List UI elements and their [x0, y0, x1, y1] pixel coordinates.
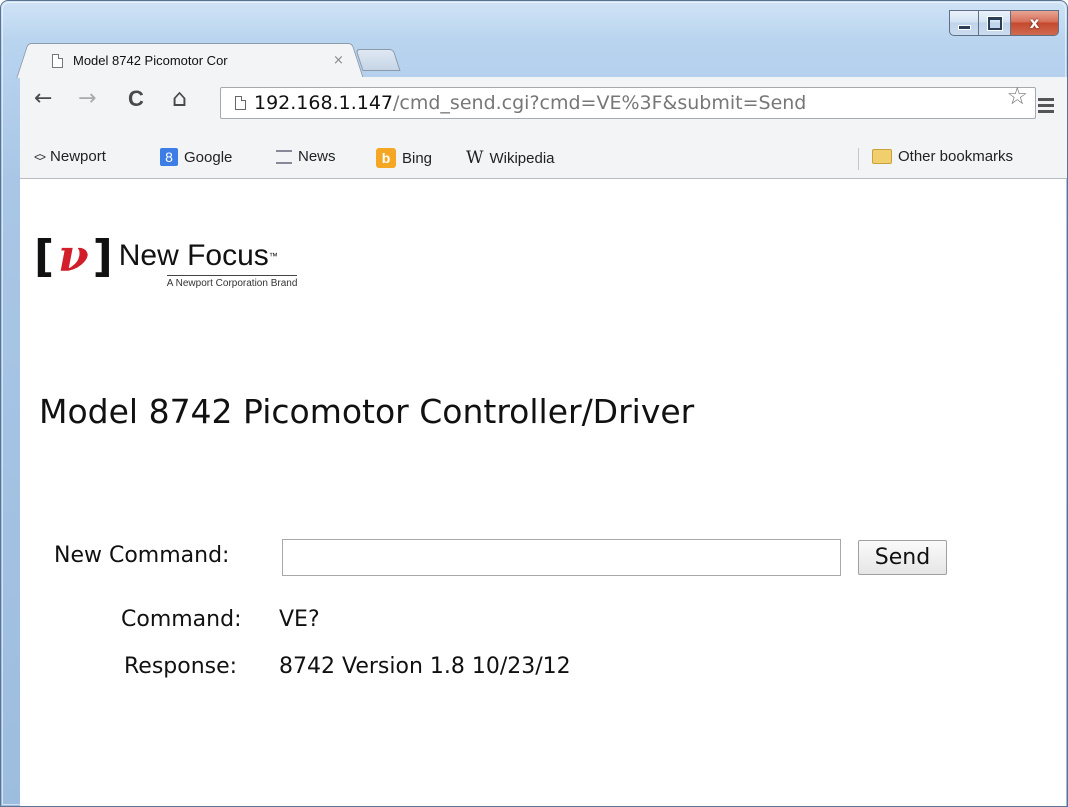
browser-toolbar: ← → C ⌂ 192.168.1.147/cmd_send.cgi?cmd=V…: [20, 77, 1067, 144]
logo-mark: ν: [58, 231, 89, 282]
response-label: Response:: [124, 654, 238, 679]
reload-icon[interactable]: C: [128, 88, 144, 110]
other-bookmarks-label: Other bookmarks: [898, 148, 1014, 165]
bookmark-label: Wikipedia: [489, 149, 555, 167]
bookmark-label: Google: [184, 148, 233, 166]
bookmark-label: News: [298, 148, 336, 165]
news-icon: [276, 149, 292, 164]
page-title: Model 8742 Picomotor Controller/Driver: [39, 392, 695, 431]
bookmarks-bar: <> Newport 8 Google News b Bing W Wikipe…: [20, 140, 1067, 179]
bookmark-news[interactable]: News: [276, 148, 336, 165]
logo-text: New Focus™ A Newport Corporation Brand: [119, 241, 298, 289]
tab-close-icon[interactable]: ×: [333, 53, 344, 68]
tab-active[interactable]: Model 8742 Picomotor Cor ×: [31, 43, 349, 77]
minimize-button[interactable]: [949, 10, 979, 36]
bookmark-label: Newport: [50, 148, 106, 165]
tab-title: Model 8742 Picomotor Cor: [73, 53, 228, 68]
page-icon: [52, 53, 63, 68]
back-arrow-icon[interactable]: ←: [34, 88, 52, 110]
maximize-icon: [987, 16, 1002, 30]
browser-window: x Model 8742 Picomotor Cor × ← → C ⌂ 192…: [0, 0, 1068, 807]
logo-name-line: New Focus™: [119, 241, 298, 271]
bookmark-wikipedia[interactable]: W Wikipedia: [466, 148, 555, 168]
page-icon: [235, 96, 246, 110]
command-value: VE?: [279, 607, 320, 632]
address-bar[interactable]: 192.168.1.147/cmd_send.cgi?cmd=VE%3F&sub…: [220, 87, 1036, 119]
forward-arrow-icon[interactable]: →: [78, 88, 96, 110]
close-window-button[interactable]: x: [1011, 10, 1059, 36]
newport-icon: <>: [34, 149, 46, 164]
logo-subtitle: A Newport Corporation Brand: [166, 275, 298, 289]
other-bookmarks[interactable]: Other bookmarks: [872, 148, 1013, 165]
new-command-label: New Command:: [54, 543, 230, 568]
logo-bracket-right: ]: [92, 231, 113, 282]
new-focus-logo: [ ν ] New Focus™ A Newport Corporation B…: [34, 229, 298, 289]
bing-icon: b: [376, 148, 396, 168]
minimize-icon: [957, 24, 971, 30]
close-icon: x: [1029, 13, 1040, 32]
folder-icon: [872, 149, 892, 164]
new-command-input[interactable]: [282, 539, 841, 576]
bookmarks-divider: [858, 148, 859, 170]
bookmark-newport[interactable]: <> Newport: [34, 148, 106, 165]
wikipedia-icon: W: [466, 148, 484, 168]
send-button[interactable]: Send: [858, 540, 947, 575]
google-icon: 8: [160, 148, 178, 166]
bookmark-google[interactable]: 8 Google: [160, 148, 232, 166]
window-controls: x: [949, 10, 1059, 36]
logo-bracket-left: [: [34, 231, 55, 282]
command-label: Command:: [121, 607, 242, 632]
response-value: 8742 Version 1.8 10/23/12: [279, 654, 571, 679]
bookmark-bing[interactable]: b Bing: [376, 148, 432, 168]
maximize-button[interactable]: [979, 10, 1011, 36]
new-tab-button[interactable]: [355, 49, 401, 71]
url-host: 192.168.1.147: [254, 92, 394, 114]
home-icon[interactable]: ⌂: [172, 86, 187, 110]
url-path: /cmd_send.cgi?cmd=VE%3F&submit=Send: [393, 92, 807, 114]
logo-tm: ™: [268, 251, 278, 261]
logo-name: New Focus: [118, 239, 269, 272]
bookmark-label: Bing: [402, 149, 433, 167]
menu-icon[interactable]: [1038, 98, 1054, 116]
page-content: [ ν ] New Focus™ A Newport Corporation B…: [20, 179, 1066, 806]
bookmark-star-icon[interactable]: ☆: [1006, 84, 1028, 108]
